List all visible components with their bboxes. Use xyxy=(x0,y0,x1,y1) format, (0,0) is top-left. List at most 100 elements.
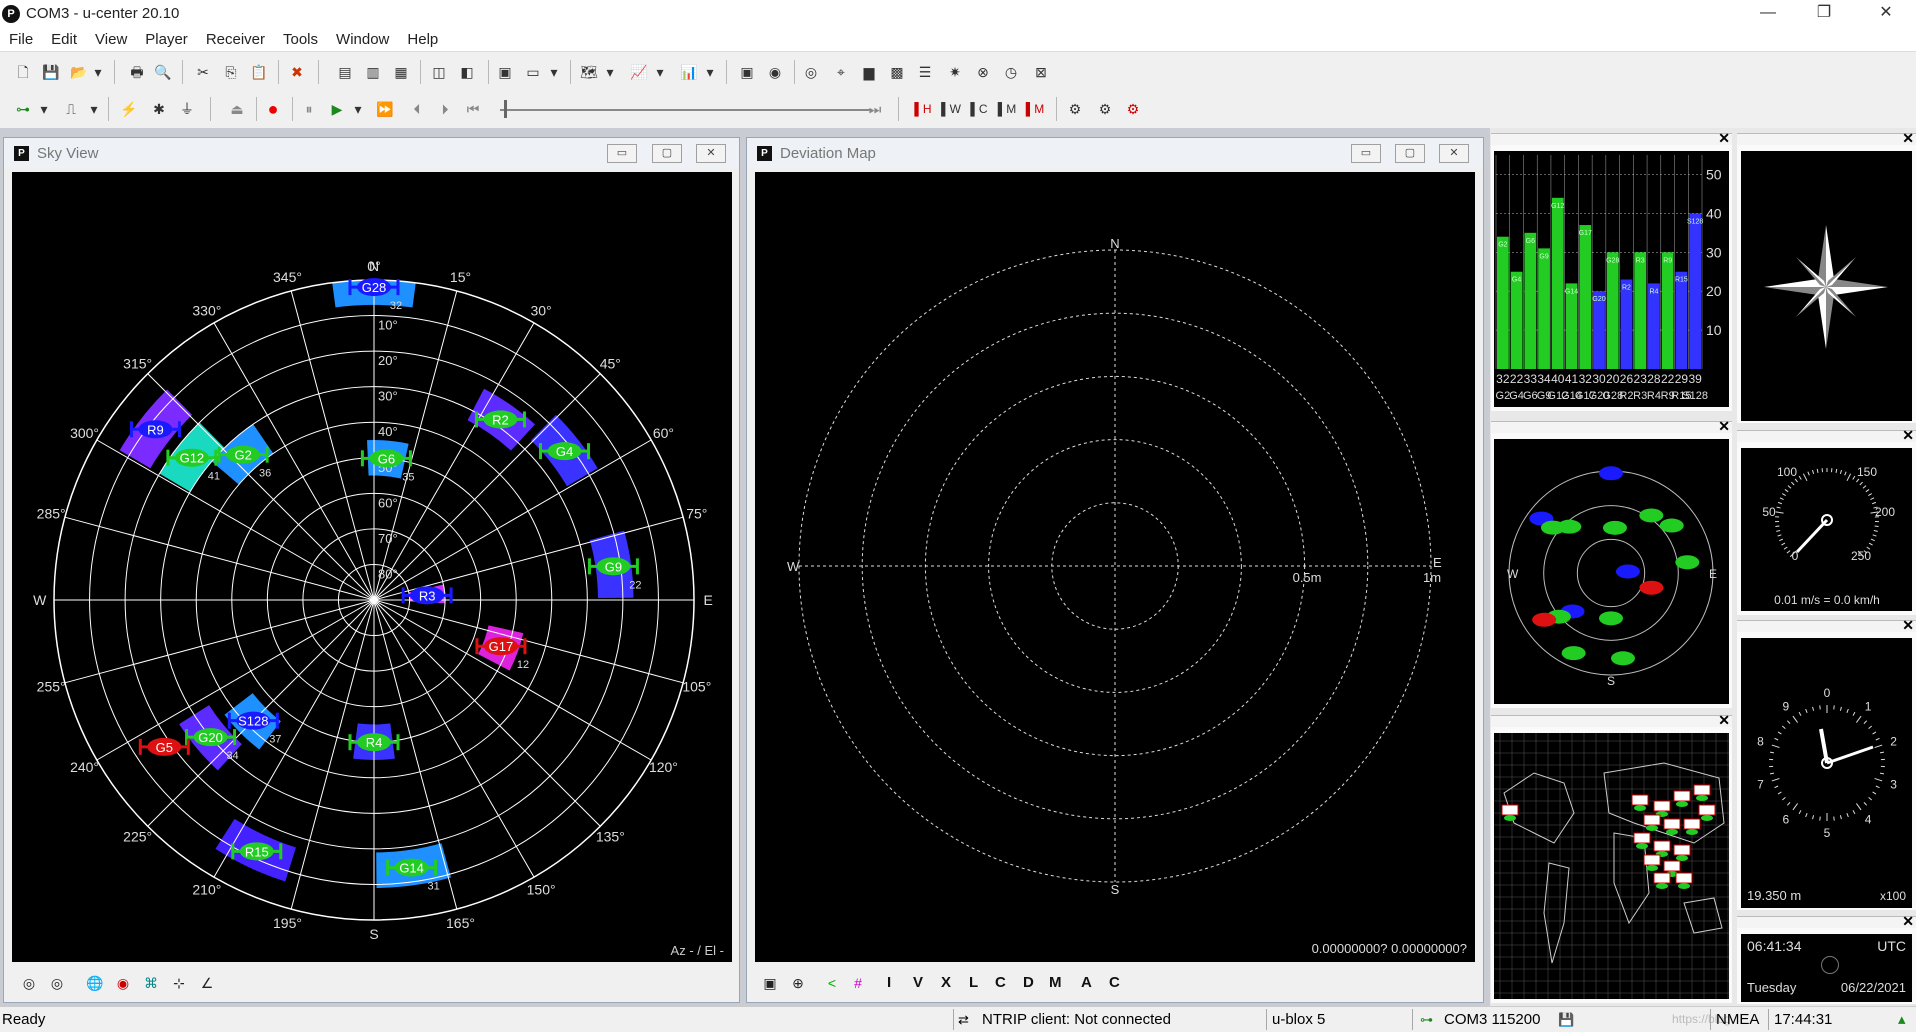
copy-icon[interactable]: ⎘ xyxy=(220,61,242,83)
filter-x-button[interactable]: X xyxy=(941,972,951,994)
panes-icon[interactable]: ◧ xyxy=(456,61,478,83)
maximize-icon[interactable]: ▢ xyxy=(1395,144,1425,163)
marker-c-button[interactable]: ▌C xyxy=(968,98,990,120)
marker-w-button[interactable]: ▌W xyxy=(940,98,962,120)
print-preview-icon[interactable]: 🔍 xyxy=(152,61,174,83)
minimize-icon[interactable]: ▭ xyxy=(1351,144,1381,163)
filter-l-button[interactable]: L xyxy=(969,972,978,994)
baudrate-icon[interactable]: ⎍ xyxy=(60,98,82,120)
chevron-down-icon[interactable]: ▾ xyxy=(704,61,716,83)
clear-icon[interactable]: ✖ xyxy=(286,61,308,83)
close-icon[interactable]: ✕ xyxy=(1902,427,1914,444)
target-red-icon[interactable]: ◉ xyxy=(112,972,134,994)
close-icon[interactable]: ✕ xyxy=(1902,617,1914,634)
chevron-down-icon[interactable]: ▾ xyxy=(88,98,100,120)
filter-m-button[interactable]: M xyxy=(1049,972,1062,994)
step-back-icon[interactable]: ⏴ xyxy=(406,98,428,120)
filter-c2-button[interactable]: C xyxy=(1109,972,1120,994)
play-icon[interactable]: ▶ xyxy=(326,98,348,120)
playback-slider-thumb[interactable] xyxy=(504,100,507,118)
center-icon[interactable]: ⊕ xyxy=(787,972,809,994)
menu-receiver[interactable]: Receiver xyxy=(197,28,274,52)
eject-icon[interactable]: ⏏ xyxy=(226,98,248,120)
new-file-icon[interactable]: 🗋 xyxy=(12,61,34,83)
sky-view-icon[interactable]: ◎ xyxy=(800,61,822,83)
go-end-icon[interactable]: ⏭ xyxy=(864,98,886,120)
target-icon[interactable]: ◎ xyxy=(18,972,40,994)
save-icon[interactable]: 💾 xyxy=(40,61,62,83)
console-icon[interactable]: ▣ xyxy=(494,61,516,83)
close-icon[interactable]: ✕ xyxy=(1718,130,1730,147)
chevron-down-icon[interactable]: ▾ xyxy=(654,61,666,83)
satellite-G5[interactable]: G5 xyxy=(140,738,188,756)
history-icon[interactable]: < xyxy=(821,972,843,994)
pause-icon[interactable]: ⏸ xyxy=(298,98,320,120)
compass-icon[interactable]: ✷ xyxy=(944,61,966,83)
print-icon[interactable]: 🖶 xyxy=(126,61,148,83)
google-earth-icon[interactable]: ◉ xyxy=(764,61,786,83)
packet-icon[interactable]: ▦ xyxy=(390,61,412,83)
cut-icon[interactable]: ✂ xyxy=(192,61,214,83)
close-icon[interactable]: ✕ xyxy=(696,144,726,163)
docking-icon[interactable]: ◫ xyxy=(428,61,450,83)
menu-player[interactable]: Player xyxy=(136,28,197,52)
globe-icon[interactable]: 🌐 xyxy=(84,972,106,994)
grid-icon[interactable]: # xyxy=(847,972,869,994)
open-folder-icon[interactable]: 📂 xyxy=(68,61,90,83)
az-el-icon[interactable]: ⊹ xyxy=(168,972,190,994)
playback-slider[interactable] xyxy=(500,109,870,111)
filter-a-button[interactable]: A xyxy=(1081,972,1092,994)
chart-icon[interactable]: 📈 xyxy=(628,61,650,83)
angle-icon[interactable]: ∠ xyxy=(196,972,218,994)
map-icon[interactable]: 🗺 xyxy=(578,61,600,83)
save-icon[interactable]: 💾 xyxy=(1558,1007,1574,1032)
filter-d-button[interactable]: D xyxy=(1023,972,1034,994)
satellite-icon[interactable]: ⊗ xyxy=(972,61,994,83)
close-icon[interactable]: ✕ xyxy=(1439,144,1469,163)
restore-icon[interactable]: ❐ xyxy=(1796,0,1852,28)
antenna-icon[interactable]: ⏚ xyxy=(176,98,198,120)
chevron-down-icon[interactable]: ▾ xyxy=(92,61,104,83)
gear-icon[interactable]: ⚙ xyxy=(1064,98,1086,120)
minimize-icon[interactable]: — xyxy=(1740,0,1796,28)
close-icon[interactable]: ✕ xyxy=(1902,913,1914,930)
chevron-down-icon[interactable]: ▾ xyxy=(604,61,616,83)
minimize-icon[interactable]: ▭ xyxy=(607,144,637,163)
table-icon[interactable]: ▭ xyxy=(522,61,544,83)
menu-window[interactable]: Window xyxy=(327,28,398,52)
chevron-down-icon[interactable]: ▾ xyxy=(38,98,50,120)
menu-tools[interactable]: Tools xyxy=(274,28,327,52)
close-icon[interactable]: ✕ xyxy=(1718,418,1730,435)
maximize-icon[interactable]: ▢ xyxy=(652,144,682,163)
tools-icon[interactable]: ⊠ xyxy=(1030,61,1052,83)
status-port[interactable]: COM3 115200 xyxy=(1444,1007,1540,1032)
snapshot-icon[interactable]: ▣ xyxy=(759,972,781,994)
marker-m-button[interactable]: ▌M xyxy=(996,98,1018,120)
menu-view[interactable]: View xyxy=(86,28,136,52)
debug-icon[interactable]: ✱ xyxy=(148,98,170,120)
signal-icon[interactable]: ▆ xyxy=(858,61,880,83)
rings-icon[interactable]: ◎ xyxy=(46,972,68,994)
clock-icon[interactable]: ◷ xyxy=(1000,61,1022,83)
gear-settings-icon[interactable]: ⚙ xyxy=(1094,98,1116,120)
marker-m2-button[interactable]: ▌M xyxy=(1024,98,1046,120)
menu-help[interactable]: Help xyxy=(398,28,447,52)
step-forward-icon[interactable]: ⏵ xyxy=(434,98,456,120)
deviation-map-icon[interactable]: ⌖ xyxy=(830,61,852,83)
gear-alert-icon[interactable]: ⚙ xyxy=(1122,98,1144,120)
histogram-icon[interactable]: 📊 xyxy=(678,61,700,83)
autobaud-icon[interactable]: ⚡ xyxy=(118,98,140,120)
fast-forward-icon[interactable]: ⏩ xyxy=(374,98,396,120)
satellite-icon[interactable]: ⌘ xyxy=(140,972,162,994)
paste-icon[interactable]: 📋 xyxy=(248,61,270,83)
status-ntrip[interactable]: NTRIP client: Not connected xyxy=(982,1007,1171,1032)
camera-icon[interactable]: ▣ xyxy=(736,61,758,83)
messages-icon[interactable]: ▥ xyxy=(362,61,384,83)
chevron-down-icon[interactable]: ▾ xyxy=(352,98,364,120)
config-icon[interactable]: ▤ xyxy=(334,61,356,83)
rewind-icon[interactable]: ⏮ xyxy=(462,98,484,120)
filter-v-button[interactable]: V xyxy=(913,972,923,994)
filter-i-button[interactable]: I xyxy=(887,972,891,994)
record-icon[interactable]: ● xyxy=(262,98,284,120)
world-map-icon[interactable]: ▩ xyxy=(886,61,908,83)
